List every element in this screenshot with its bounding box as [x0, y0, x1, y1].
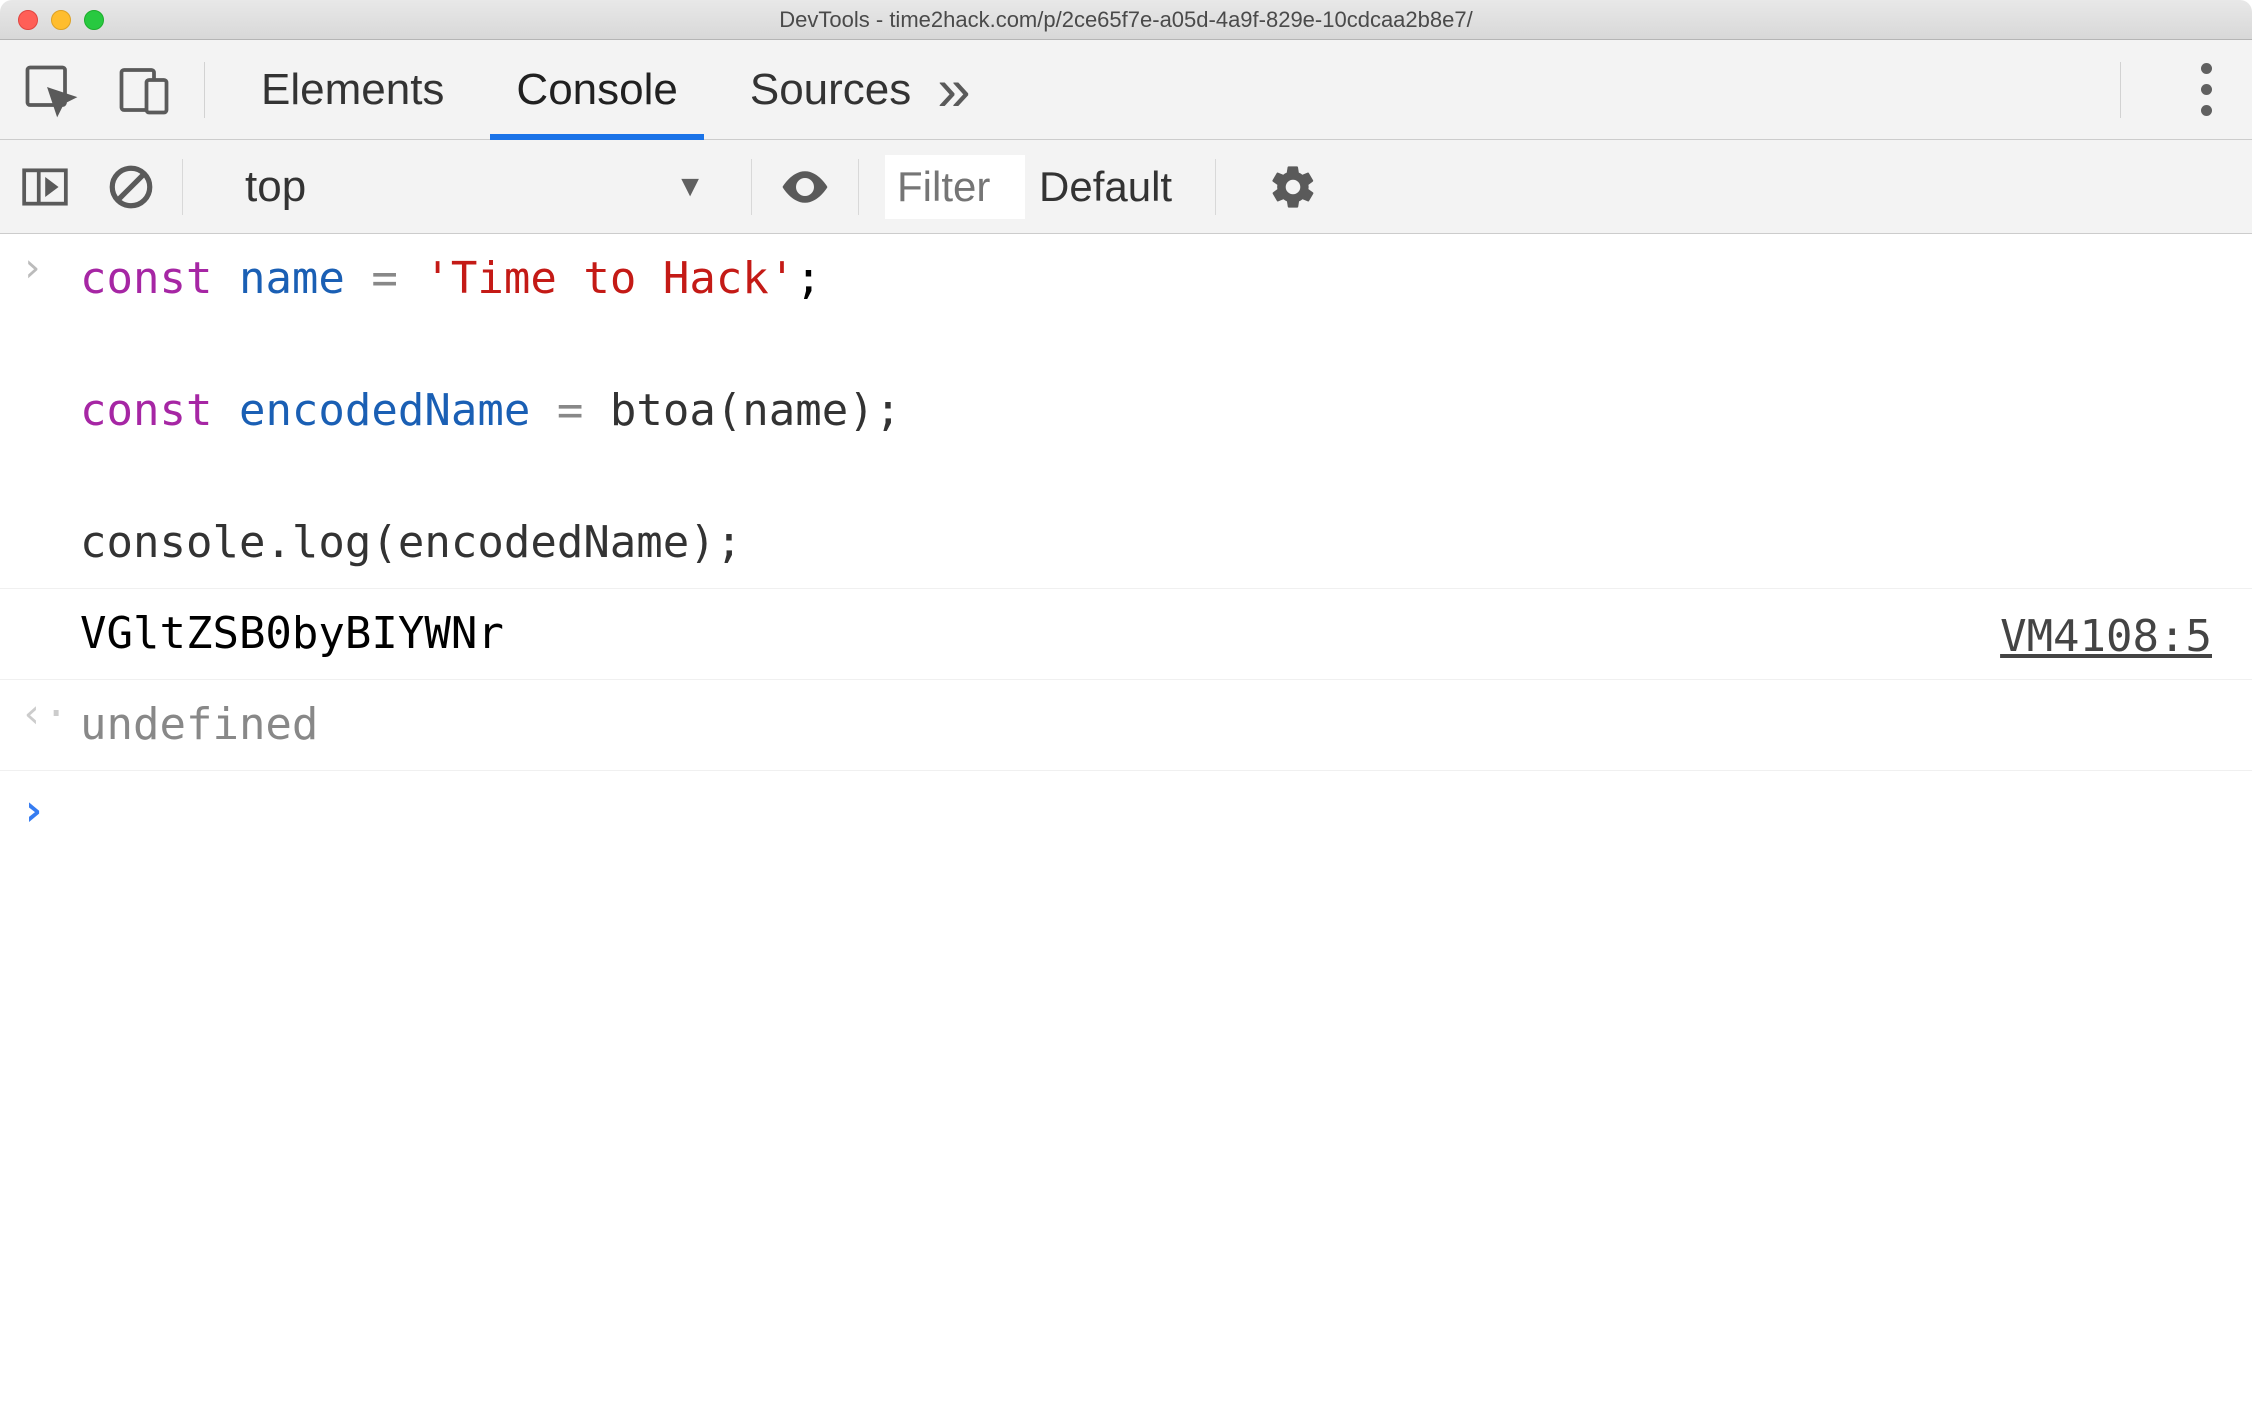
inspect-icon — [20, 60, 80, 120]
more-tabs-button[interactable]: » — [937, 55, 970, 124]
log-source-link[interactable]: VM4108:5 — [2000, 607, 2252, 662]
device-icon — [114, 60, 174, 120]
console-log-entry: VGltZSB0byBIYWNr VM4108:5 — [0, 589, 2252, 680]
chevron-double-right-icon: » — [937, 55, 970, 124]
filter-input[interactable] — [885, 155, 1025, 219]
eye-icon — [778, 160, 832, 214]
log-gutter — [20, 597, 80, 671]
titlebar: DevTools - time2hack.com/p/2ce65f7e-a05d… — [0, 0, 2252, 40]
devtools-window: DevTools - time2hack.com/p/2ce65f7e-a05d… — [0, 0, 2252, 1420]
close-button[interactable] — [18, 10, 38, 30]
console-toolbar: top ▼ Default — [0, 140, 2252, 234]
divider — [182, 159, 183, 215]
main-toolbar: Elements Console Sources » — [0, 40, 2252, 140]
gear-icon — [1268, 162, 1318, 212]
prompt-icon: › — [20, 785, 80, 836]
divider — [204, 62, 205, 118]
log-levels-selector[interactable]: Default — [1039, 163, 1189, 211]
tab-elements[interactable]: Elements — [255, 40, 450, 139]
divider — [1215, 159, 1216, 215]
sidebar-icon — [20, 162, 70, 212]
console-input-entry: › const name = 'Time to Hack'; const enc… — [0, 234, 2252, 589]
log-message: VGltZSB0byBIYWNr — [80, 597, 2000, 671]
input-prompt-icon: › — [20, 242, 80, 291]
console-return-entry: ‹· undefined — [0, 680, 2252, 771]
return-icon: ‹· — [20, 688, 80, 737]
toggle-sidebar-button[interactable] — [20, 162, 70, 212]
clear-icon — [106, 162, 156, 212]
divider — [751, 159, 752, 215]
settings-menu-button[interactable] — [2181, 53, 2232, 126]
traffic-lights — [0, 10, 104, 30]
tab-strip: Elements Console Sources — [255, 40, 917, 139]
context-label: top — [245, 162, 306, 212]
kebab-icon — [2201, 63, 2212, 74]
device-toolbar-button[interactable] — [80, 60, 174, 120]
code-block[interactable]: const name = 'Time to Hack'; const encod… — [80, 242, 2252, 580]
clear-console-button[interactable] — [106, 162, 156, 212]
dropdown-icon: ▼ — [675, 170, 705, 204]
divider — [2120, 62, 2121, 118]
tab-sources[interactable]: Sources — [744, 40, 917, 139]
console-output: › const name = 'Time to Hack'; const enc… — [0, 234, 2252, 1420]
minimize-button[interactable] — [51, 10, 71, 30]
inspect-element-button[interactable] — [20, 60, 80, 120]
return-value: undefined — [80, 688, 2252, 762]
live-expression-button[interactable] — [778, 160, 832, 214]
execution-context-selector[interactable]: top ▼ — [245, 162, 725, 212]
console-settings-button[interactable] — [1268, 162, 1318, 212]
maximize-button[interactable] — [84, 10, 104, 30]
divider — [858, 159, 859, 215]
tab-console[interactable]: Console — [510, 40, 683, 139]
console-prompt[interactable]: › — [0, 771, 2252, 850]
window-title: DevTools - time2hack.com/p/2ce65f7e-a05d… — [779, 7, 1472, 33]
